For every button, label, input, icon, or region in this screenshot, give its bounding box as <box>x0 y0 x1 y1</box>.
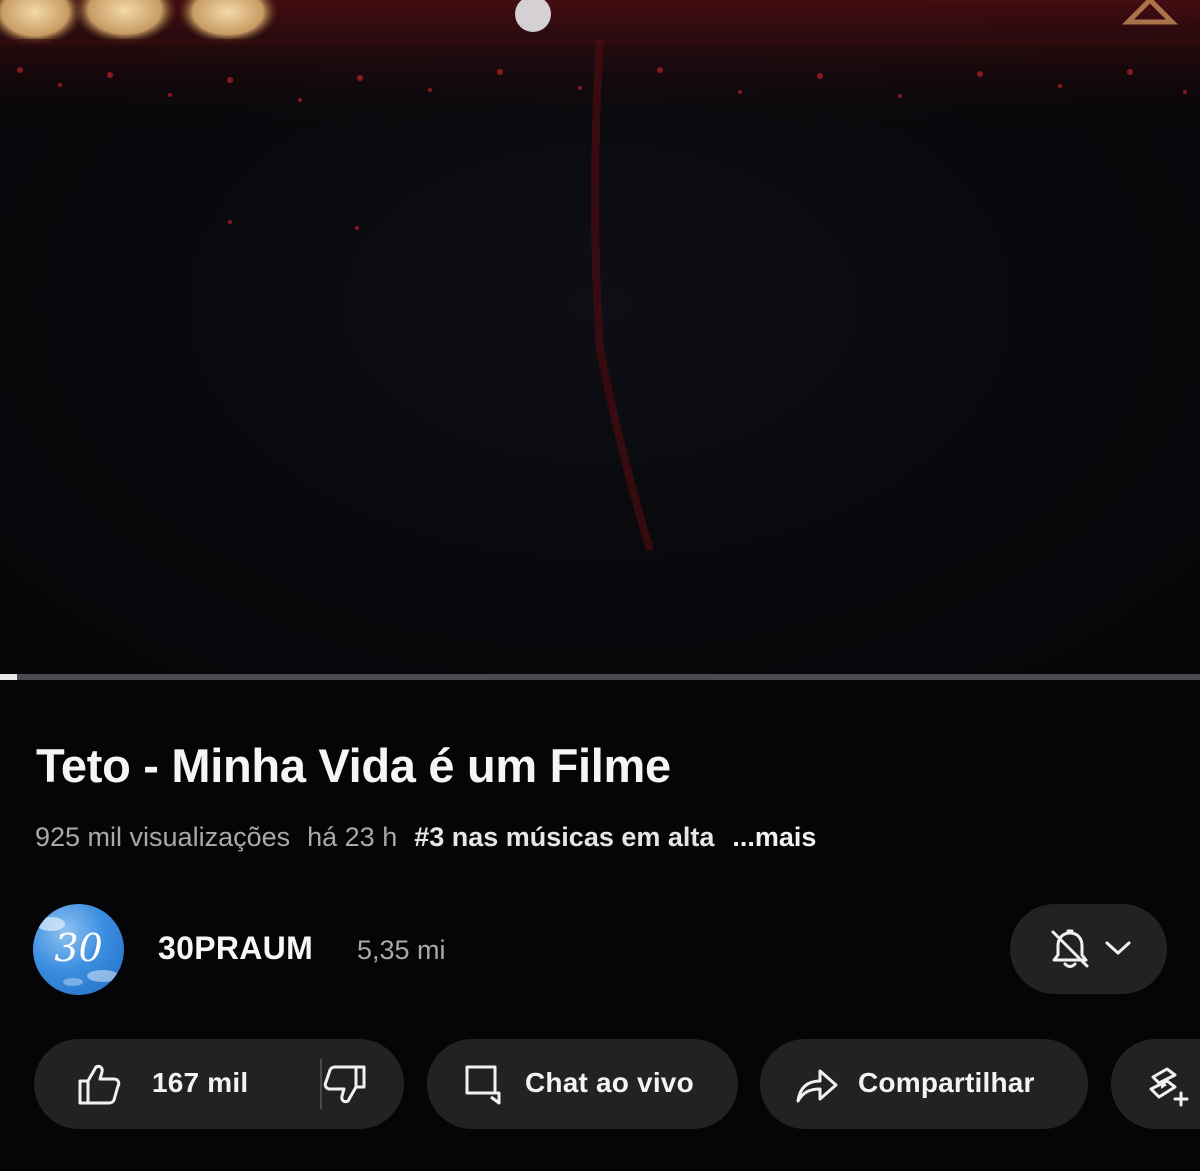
remix-button[interactable] <box>1111 1039 1200 1129</box>
remix-icon <box>1149 1067 1189 1107</box>
subscriber-count: 5,35 mi <box>357 935 446 965</box>
live-chat-label: Chat ao vivo <box>525 1067 694 1098</box>
share-label: Compartilhar <box>858 1067 1035 1098</box>
notification-button[interactable] <box>1010 904 1167 994</box>
progress-fill <box>0 674 17 680</box>
channel-name[interactable]: 30PRAUM <box>158 930 313 967</box>
thumbs-down-icon[interactable] <box>322 1063 368 1109</box>
like-dislike-pill: 167 mil <box>34 1039 404 1129</box>
more-link[interactable]: ...mais <box>732 822 816 853</box>
video-meta[interactable]: 925 mil visualizações há 23 h #3 nas mús… <box>35 822 833 853</box>
avatar-text: 30 <box>54 926 103 970</box>
video-player[interactable] <box>0 0 1200 676</box>
like-count[interactable]: 167 mil <box>152 1067 248 1099</box>
thumbs-up-icon[interactable] <box>76 1061 122 1107</box>
action-bar: 167 mil Chat ao vivo Compartilhar <box>0 1039 1200 1129</box>
video-frame <box>0 0 1200 552</box>
trending-badge[interactable]: #3 nas músicas em alta <box>414 822 714 853</box>
avatar[interactable]: 30 <box>33 904 124 995</box>
share-icon <box>796 1069 838 1103</box>
channel-row: 30 30PRAUM 5,35 mi <box>0 904 1200 996</box>
progress-bar[interactable] <box>0 674 1200 680</box>
live-chat-button[interactable]: Chat ao vivo <box>427 1039 738 1129</box>
video-title: Teto - Minha Vida é um Filme <box>36 739 671 792</box>
chat-icon <box>465 1065 501 1105</box>
view-count: 925 mil visualizações <box>35 822 291 852</box>
upload-time: há 23 h <box>307 822 398 852</box>
chevron-down-icon <box>1105 941 1131 955</box>
bell-off-icon <box>1051 929 1089 968</box>
share-button[interactable]: Compartilhar <box>760 1039 1088 1129</box>
